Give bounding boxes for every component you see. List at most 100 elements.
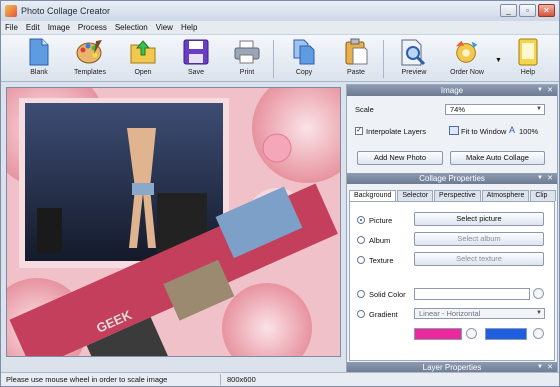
status-separator xyxy=(220,374,221,385)
copy-button[interactable]: Copy xyxy=(280,37,328,81)
panel-close-icon[interactable]: ✕ xyxy=(547,85,553,96)
gradient-type-value: Linear - Horizontal xyxy=(419,309,481,318)
fit-to-window-link[interactable]: Fit to Window xyxy=(461,127,506,136)
album-label: Album xyxy=(369,236,391,245)
order-gear-icon xyxy=(453,38,481,66)
gradient-radio[interactable] xyxy=(357,310,365,318)
side-panel: Image ▼ ✕ Scale 74% ▼ ✓ Interpolate Laye… xyxy=(346,84,558,374)
color-picker-icon[interactable] xyxy=(533,328,544,339)
floppy-disk-icon xyxy=(182,38,210,66)
blank-button[interactable]: Blank xyxy=(15,37,63,81)
clipboard-paste-icon xyxy=(342,38,370,66)
paste-label: Paste xyxy=(347,69,365,76)
zoom-actual-icon[interactable]: A xyxy=(509,125,515,135)
select-texture-button[interactable]: Select texture xyxy=(414,252,544,266)
image-panel-header: Image ▼ ✕ xyxy=(347,85,557,96)
toolbar: Blank Templates Open Save Print Copy Pas… xyxy=(1,34,559,82)
save-label: Save xyxy=(188,69,204,76)
tab-perspective[interactable]: Perspective xyxy=(434,190,481,201)
menu-edit[interactable]: Edit xyxy=(22,23,44,32)
app-icon xyxy=(5,5,17,17)
scale-value: 74% xyxy=(450,105,466,114)
blank-document-icon xyxy=(25,38,53,66)
texture-label: Texture xyxy=(369,256,394,265)
title-bar: Photo Collage Creator _ ▫ ✕ xyxy=(1,1,559,21)
status-canvas-size: 800x600 xyxy=(227,375,256,384)
zoom-100-link[interactable]: 100% xyxy=(519,127,538,136)
add-new-photo-button[interactable]: Add New Photo xyxy=(357,151,443,165)
select-picture-button[interactable]: Select picture xyxy=(414,212,544,226)
tab-atmosphere[interactable]: Atmosphere xyxy=(481,190,530,201)
collage-tabs: Background Selector Perspective Atmosphe… xyxy=(349,190,557,209)
collage-artwork: GEEK xyxy=(7,88,340,356)
chevron-down-icon: ▼ xyxy=(536,106,542,112)
preview-button[interactable]: Preview xyxy=(390,37,438,81)
minimize-button[interactable]: _ xyxy=(500,4,517,17)
print-button[interactable]: Print xyxy=(223,37,271,81)
restore-button[interactable]: ▫ xyxy=(519,4,536,17)
open-label: Open xyxy=(134,69,152,76)
make-auto-collage-button[interactable]: Make Auto Collage xyxy=(450,151,545,165)
solid-color-radio[interactable] xyxy=(357,290,365,298)
menu-view[interactable]: View xyxy=(152,23,177,32)
select-album-button[interactable]: Select album xyxy=(414,232,544,246)
menu-selection[interactable]: Selection xyxy=(111,23,152,32)
preview-label: Preview xyxy=(401,69,427,76)
save-button[interactable]: Save xyxy=(172,37,220,81)
gradient-type-combo[interactable]: Linear - Horizontal ▼ xyxy=(414,308,545,319)
templates-label: Templates xyxy=(74,69,106,76)
gradient-color-2-swatch[interactable] xyxy=(485,328,527,340)
close-button[interactable]: ✕ xyxy=(538,4,555,17)
help-label: Help xyxy=(520,69,536,76)
paste-button[interactable]: Paste xyxy=(332,37,380,81)
fit-window-icon[interactable] xyxy=(449,126,459,135)
pin-icon[interactable]: ▼ xyxy=(537,85,543,96)
menu-file[interactable]: File xyxy=(1,23,22,32)
order-dropdown-arrow-icon[interactable]: ▼ xyxy=(495,57,502,64)
blank-label: Blank xyxy=(30,69,48,76)
status-hint: Please use mouse wheel in order to scale… xyxy=(6,375,168,384)
preview-magnifier-icon xyxy=(400,38,428,66)
layer-properties-title: Layer Properties xyxy=(422,363,482,372)
collage-properties-header: Collage Properties ▼ ✕ xyxy=(347,173,557,184)
texture-radio[interactable] xyxy=(357,256,365,264)
interpolate-checkbox[interactable]: ✓ xyxy=(355,127,363,135)
pin-icon[interactable]: ▼ xyxy=(537,173,543,184)
tab-clip-art[interactable]: Clip Art xyxy=(530,190,556,209)
app-window: Photo Collage Creator _ ▫ ✕ File Edit Im… xyxy=(0,0,560,387)
collage-canvas[interactable]: GEEK xyxy=(6,87,341,357)
album-radio[interactable] xyxy=(357,236,365,244)
picture-radio[interactable] xyxy=(357,216,365,224)
open-folder-icon xyxy=(129,38,157,66)
collage-properties-title: Collage Properties xyxy=(419,174,485,183)
panel-close-icon[interactable]: ✕ xyxy=(547,173,553,184)
menu-process[interactable]: Process xyxy=(74,23,111,32)
tab-background[interactable]: Background xyxy=(349,190,397,201)
solid-color-label: Solid Color xyxy=(369,290,406,299)
help-button[interactable]: Help xyxy=(504,37,552,81)
copy-icon xyxy=(290,38,318,66)
chevron-down-icon: ▼ xyxy=(536,310,542,316)
menu-image[interactable]: Image xyxy=(44,23,74,32)
interpolate-label: Interpolate Layers xyxy=(366,127,427,136)
menu-help[interactable]: Help xyxy=(177,23,201,32)
tab-selector[interactable]: Selector xyxy=(397,190,434,201)
printer-icon xyxy=(233,38,261,66)
solid-color-swatch[interactable] xyxy=(414,288,530,300)
window-title: Photo Collage Creator xyxy=(21,6,111,16)
toolbar-separator xyxy=(383,40,384,78)
templates-button[interactable]: Templates xyxy=(66,37,114,81)
status-bar: Please use mouse wheel in order to scale… xyxy=(1,372,559,386)
order-now-button[interactable]: Order Now xyxy=(443,37,491,81)
color-picker-icon[interactable] xyxy=(466,328,477,339)
help-book-icon xyxy=(514,38,542,66)
image-panel-title: Image xyxy=(440,86,464,95)
color-picker-icon[interactable] xyxy=(533,288,544,299)
copy-label: Copy xyxy=(295,69,313,76)
open-button[interactable]: Open xyxy=(119,37,167,81)
scale-combo[interactable]: 74% ▼ xyxy=(445,104,545,115)
order-now-label: Order Now xyxy=(450,69,484,76)
scale-label: Scale xyxy=(355,105,374,114)
palette-icon xyxy=(76,38,104,66)
gradient-color-1-swatch[interactable] xyxy=(414,328,462,340)
